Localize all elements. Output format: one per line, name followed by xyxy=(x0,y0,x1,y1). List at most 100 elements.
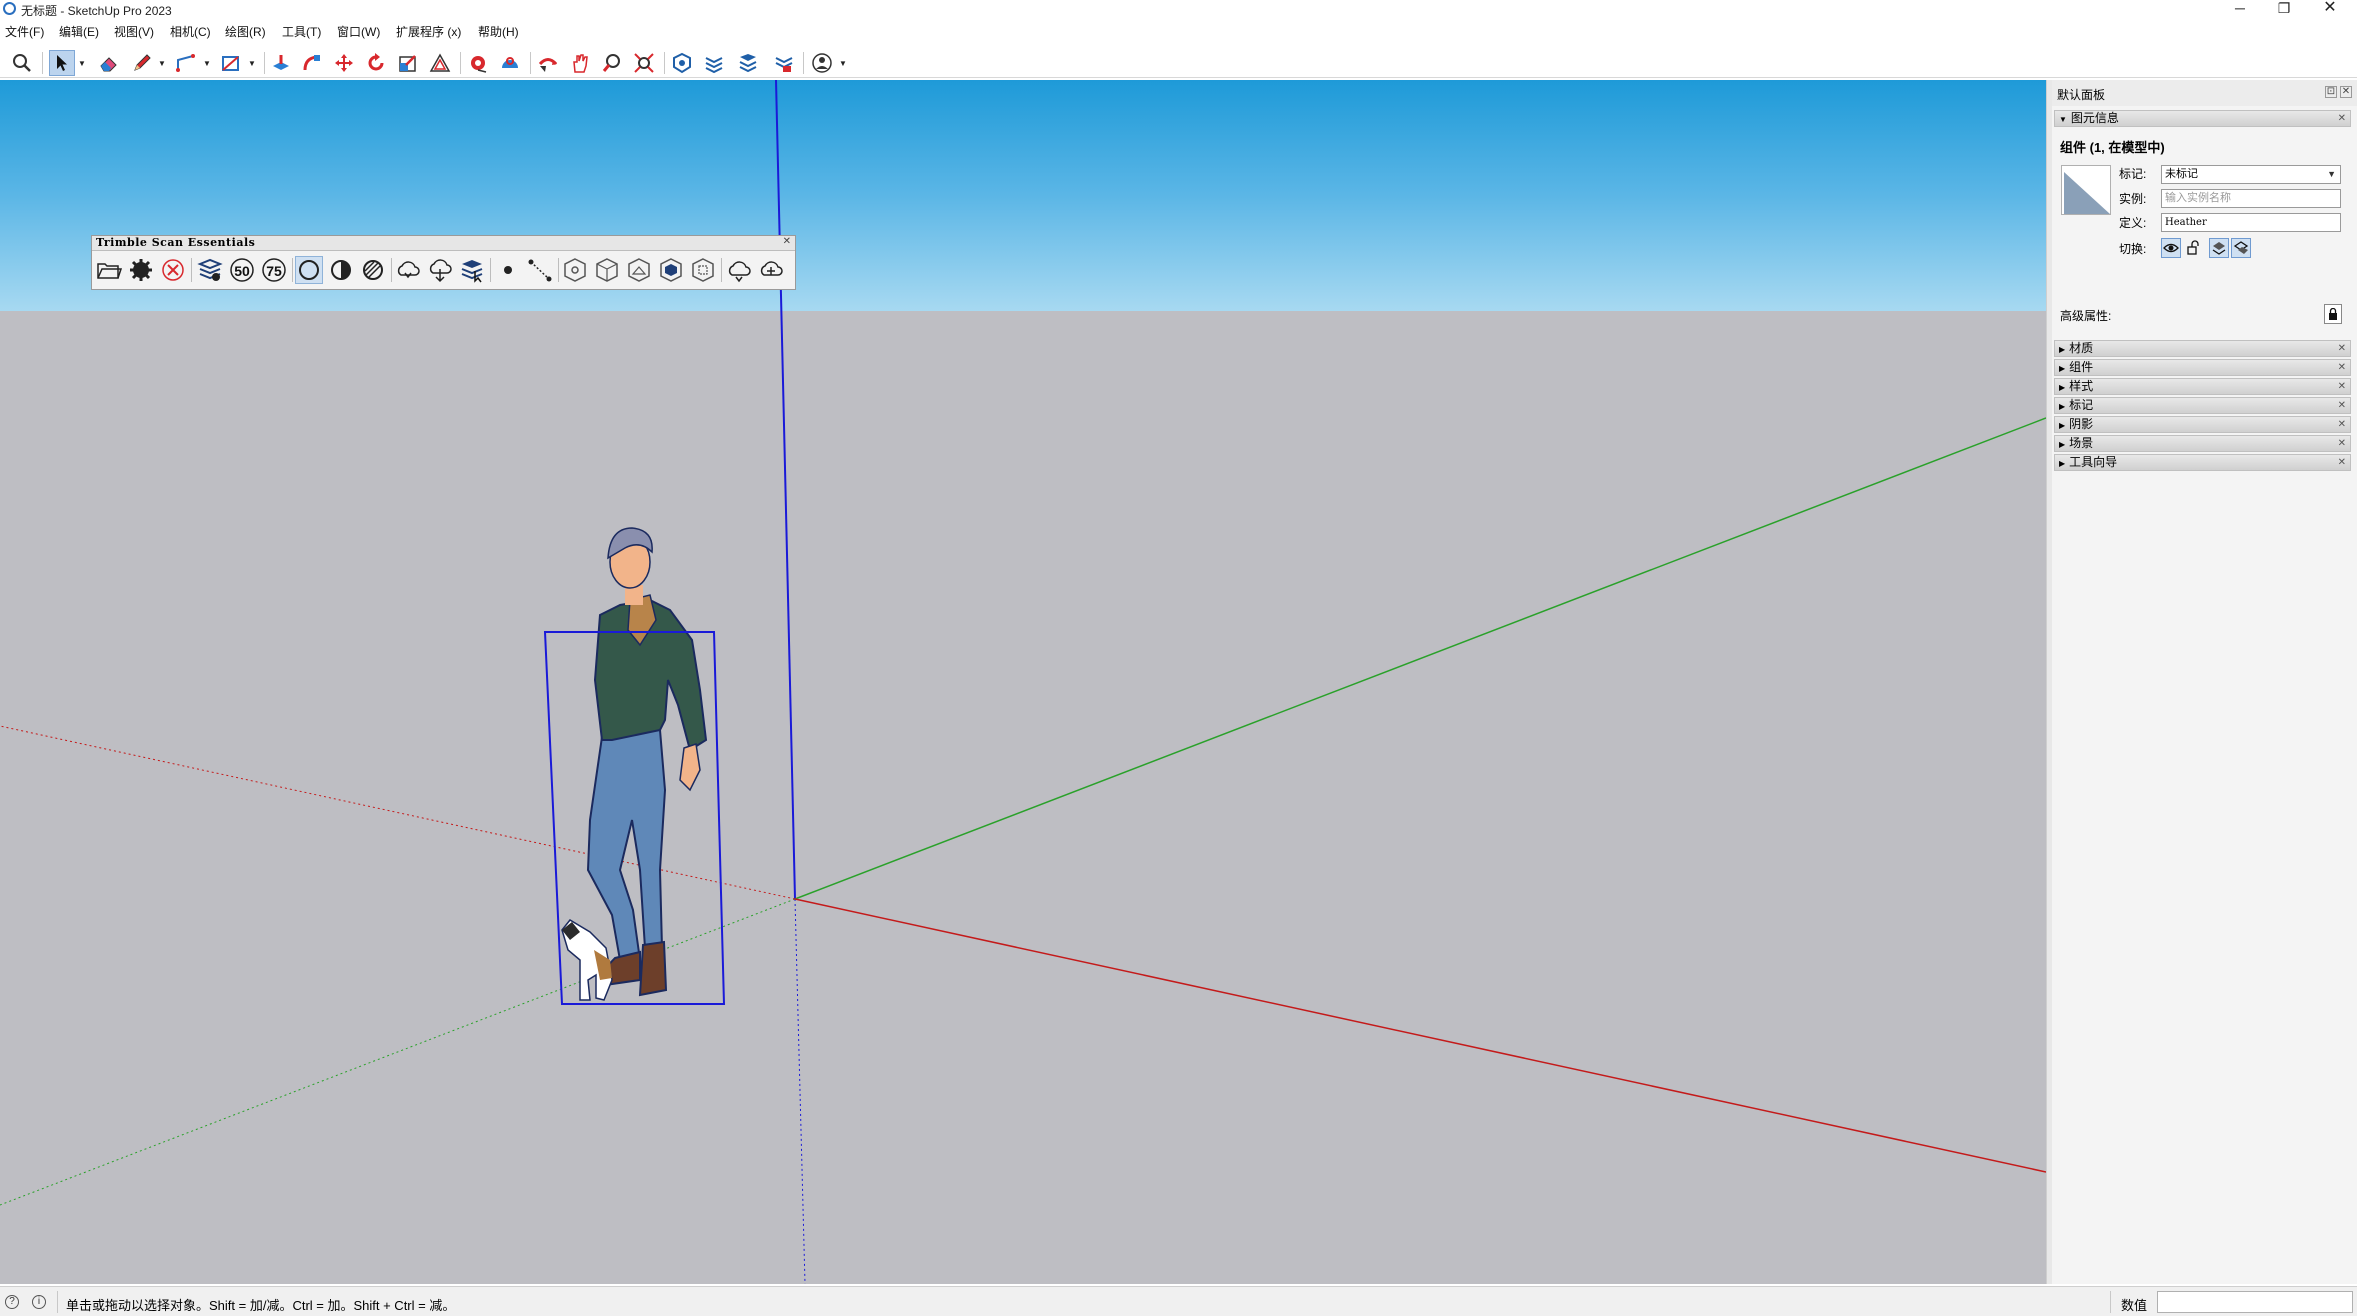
tray-components[interactable]: ▶ 组件 ✕ xyxy=(2054,359,2351,376)
settings-gear-icon[interactable] xyxy=(127,256,155,284)
measurements-input[interactable] xyxy=(2157,1291,2353,1313)
extension-warehouse-icon[interactable] xyxy=(701,50,727,76)
cloud-2-icon[interactable] xyxy=(757,256,785,284)
expanded-triangle-icon: ▼ xyxy=(2059,115,2067,124)
pencil-dropdown-icon[interactable]: ▼ xyxy=(158,59,166,68)
instance-name-input[interactable]: 输入实例名称 xyxy=(2161,189,2341,208)
tray-close-icon[interactable]: ✕ xyxy=(2338,341,2346,356)
hatched-circle-icon[interactable] xyxy=(359,256,387,284)
menu-tools[interactable]: 工具(T) xyxy=(282,23,321,40)
hex-5-icon[interactable] xyxy=(689,256,717,284)
line-dropdown-icon[interactable]: ▼ xyxy=(203,59,211,68)
hex-3-icon[interactable] xyxy=(625,256,653,284)
rectangle-dropdown-icon[interactable]: ▼ xyxy=(248,59,256,68)
menu-file[interactable]: 文件(F) xyxy=(5,23,44,40)
menu-draw[interactable]: 绘图(R) xyxy=(225,23,266,40)
scale-icon[interactable] xyxy=(395,50,421,76)
cancel-circle-icon[interactable] xyxy=(159,256,187,284)
menu-edit[interactable]: 编辑(E) xyxy=(59,23,99,40)
layout-icon[interactable] xyxy=(735,50,761,76)
menu-view[interactable]: 视图(V) xyxy=(114,23,154,40)
scan-layers-icon[interactable] xyxy=(458,256,486,284)
model-viewport[interactable]: Trimble Scan Essentials ✕ 50 75 xyxy=(0,80,2046,1284)
ring-icon[interactable] xyxy=(295,256,323,284)
eraser-icon[interactable] xyxy=(96,50,122,76)
collapsed-triangle-icon: ▶ xyxy=(2059,364,2066,373)
toolbar-separator xyxy=(264,52,265,74)
hex-4-icon[interactable] xyxy=(657,256,685,284)
hex-1-icon[interactable] xyxy=(561,256,589,284)
cloud-download-icon[interactable] xyxy=(426,256,454,284)
pan-icon[interactable] xyxy=(567,50,593,76)
push-pull-icon[interactable] xyxy=(268,50,294,76)
minimize-button[interactable]: ─ xyxy=(2218,0,2262,18)
warehouse-icon[interactable] xyxy=(669,50,695,76)
tray-tags[interactable]: ▶ 标记 ✕ xyxy=(2054,397,2351,414)
select-icon[interactable] xyxy=(49,50,75,76)
definition-input[interactable]: Heather xyxy=(2161,213,2341,232)
info-icon[interactable]: i xyxy=(32,1295,46,1309)
receive-shadows-toggle-icon[interactable] xyxy=(2231,238,2251,258)
tray-close-icon[interactable]: ✕ xyxy=(2338,379,2346,394)
tray-close-icon[interactable]: ✕ xyxy=(2338,455,2346,470)
tray-styles[interactable]: ▶ 样式 ✕ xyxy=(2054,378,2351,395)
heather-component[interactable] xyxy=(543,527,726,1005)
tape-measure-icon[interactable] xyxy=(465,50,491,76)
layers-eye-icon[interactable] xyxy=(196,256,224,284)
locked-toggle-icon[interactable] xyxy=(2183,238,2203,258)
cloud-1-icon[interactable] xyxy=(725,256,753,284)
half-circle-icon[interactable] xyxy=(327,256,355,284)
tray-materials[interactable]: ▶ 材质 ✕ xyxy=(2054,340,2351,357)
account-icon[interactable] xyxy=(809,50,835,76)
zoom-icon[interactable] xyxy=(599,50,625,76)
select-dropdown-icon[interactable]: ▼ xyxy=(78,59,86,68)
geolocation-icon[interactable]: ? xyxy=(5,1295,19,1309)
panel-header: 默认面板 ⊡ ✕ xyxy=(2052,80,2357,106)
menu-extensions[interactable]: 扩展程序 (x) xyxy=(396,23,461,40)
menu-help[interactable]: 帮助(H) xyxy=(478,23,519,40)
rectangle-icon[interactable] xyxy=(218,50,244,76)
offset-icon[interactable] xyxy=(427,50,453,76)
cloud-sync-icon[interactable] xyxy=(394,256,422,284)
advanced-attributes-button[interactable] xyxy=(2324,304,2342,324)
rotate-icon[interactable] xyxy=(363,50,389,76)
tray-close-icon[interactable]: ✕ xyxy=(2338,111,2346,126)
line-icon[interactable] xyxy=(173,50,199,76)
point-icon[interactable] xyxy=(494,256,522,284)
follow-me-icon[interactable] xyxy=(299,50,325,76)
tray-close-icon[interactable]: ✕ xyxy=(2338,398,2346,413)
tray-shadows[interactable]: ▶ 阴影 ✕ xyxy=(2054,416,2351,433)
tray-instructor[interactable]: ▶ 工具向导 ✕ xyxy=(2054,454,2351,471)
menu-window[interactable]: 窗口(W) xyxy=(337,23,380,40)
tray-close-icon[interactable]: ✕ xyxy=(2338,436,2346,451)
menu-bar: 文件(F) 编辑(E) 视图(V) 相机(C) 绘图(R) 工具(T) 窗口(W… xyxy=(0,21,2357,41)
tray-close-icon[interactable]: ✕ xyxy=(2338,417,2346,432)
orbit-icon[interactable] xyxy=(535,50,561,76)
restore-button[interactable]: ❐ xyxy=(2262,0,2306,18)
pencil-icon[interactable] xyxy=(129,50,155,76)
measurements-label: 数值 xyxy=(2121,1298,2148,1313)
protractor-icon[interactable] xyxy=(497,50,523,76)
tag-dropdown[interactable]: 未标记 ▼ xyxy=(2161,165,2341,184)
move-icon[interactable] xyxy=(331,50,357,76)
close-window-button[interactable]: ✕ xyxy=(2308,0,2352,18)
search-icon[interactable] xyxy=(9,50,35,76)
tray-close-icon[interactable]: ✕ xyxy=(2338,360,2346,375)
tray-entity-info[interactable]: ▼ 图元信息 ✕ xyxy=(2054,110,2351,127)
percent-75-icon[interactable]: 75 xyxy=(260,256,288,284)
line-points-icon[interactable] xyxy=(526,256,554,284)
panel-pin-button[interactable]: ⊡ xyxy=(2325,86,2337,98)
panel-close-button[interactable]: ✕ xyxy=(2340,86,2352,98)
panel-title: 默认面板 xyxy=(2057,88,2106,102)
hex-2-icon[interactable] xyxy=(593,256,621,284)
extension-manager-icon[interactable] xyxy=(771,50,797,76)
account-dropdown-icon[interactable]: ▼ xyxy=(839,59,847,68)
zoom-extents-icon[interactable] xyxy=(631,50,657,76)
tray-scenes[interactable]: ▶ 场景 ✕ xyxy=(2054,435,2351,452)
menu-camera[interactable]: 相机(C) xyxy=(170,23,211,40)
hidden-toggle-icon[interactable] xyxy=(2161,238,2181,258)
percent-50-icon[interactable]: 50 xyxy=(228,256,256,284)
cast-shadows-toggle-icon[interactable] xyxy=(2209,238,2229,258)
open-folder-icon[interactable] xyxy=(95,256,123,284)
tse-close-button[interactable]: ✕ xyxy=(783,236,791,247)
